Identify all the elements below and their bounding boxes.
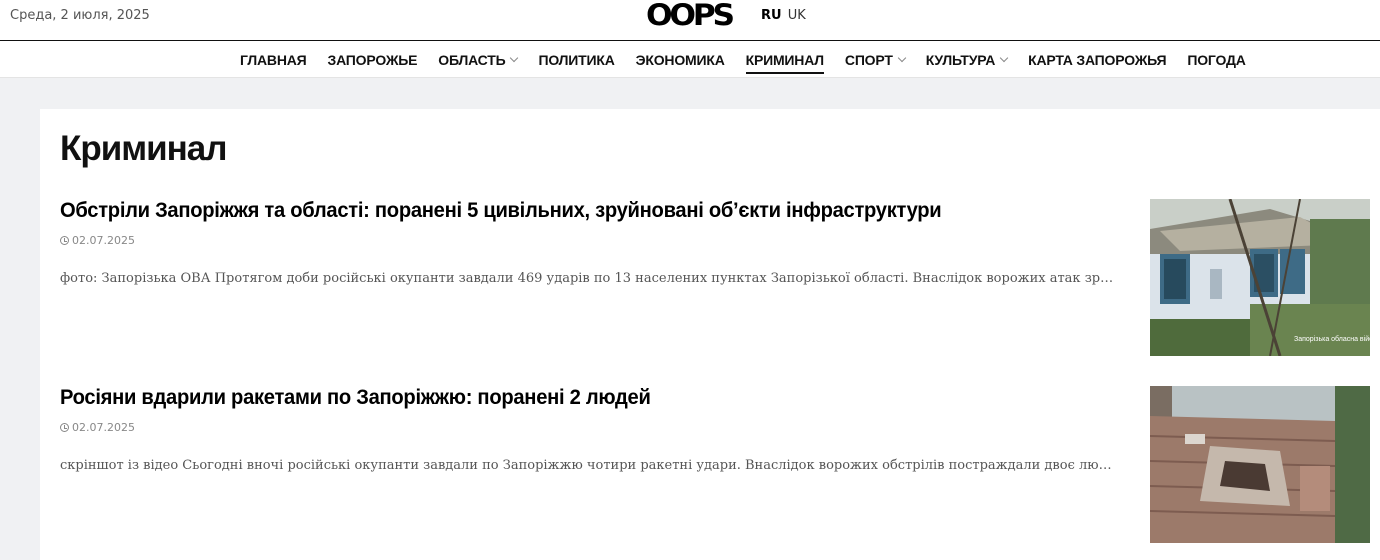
article-thumbnail[interactable] [1150, 386, 1370, 543]
nav-item-label: КРИМИНАЛ [745, 51, 824, 68]
current-date: Среда, 2 июля, 2025 [10, 8, 150, 23]
chevron-down-icon [897, 53, 906, 62]
nav-item-map[interactable]: КАРТА ЗАПОРОЖЬЯ [1028, 41, 1166, 78]
chevron-down-icon [510, 53, 519, 62]
chevron-down-icon [999, 53, 1009, 62]
article-title-link[interactable]: Обстріли Запоріжжя та області: поранені … [60, 199, 942, 223]
damaged-house-image: Запорізька обласна військова адміністрац… [1150, 199, 1370, 356]
nav-item-label: КАРТА ЗАПОРОЖЬЯ [1028, 51, 1167, 68]
article-meta: 02.07.2025 [60, 421, 135, 434]
article-date: 02.07.2025 [72, 234, 135, 247]
lang-ru-link[interactable]: RU [761, 8, 782, 23]
article-excerpt: фото: Запорізька ОВА Протягом доби росій… [60, 271, 1115, 286]
nav-item-politics[interactable]: ПОЛИТИКА [538, 41, 614, 78]
article-title-link[interactable]: Росіяни вдарили ракетами по Запоріжжю: п… [60, 386, 651, 410]
article-date: 02.07.2025 [72, 421, 135, 434]
nav-item-region[interactable]: ОБЛАСТЬ [438, 41, 519, 78]
article-thumbnail[interactable]: Запорізька обласна військова адміністрац… [1150, 199, 1370, 356]
article-item: Обстріли Запоріжжя та області: поранені … [60, 199, 1380, 359]
nav-item-crime[interactable]: КРИМИНАЛ [745, 41, 825, 78]
lang-uk-link[interactable]: UK [788, 8, 806, 23]
content-panel: Криминал Обстріли Запоріжжя та області: … [40, 109, 1380, 560]
nav-item-weather[interactable]: ПОГОДА [1187, 41, 1245, 78]
article-item: Росіяни вдарили ракетами по Запоріжжю: п… [60, 386, 1380, 546]
nav-item-culture[interactable]: КУЛЬТУРА [925, 41, 1009, 78]
nav-item-sport[interactable]: СПОРТ [844, 41, 906, 78]
article-excerpt: скріншот із відео Сьогодні вночі російсь… [60, 458, 1115, 473]
nav-item-label: ПОГОДА [1187, 51, 1246, 68]
nav-item-label: ЭКОНОМИКА [635, 51, 725, 68]
clock-icon [60, 423, 69, 432]
nav-item-home[interactable]: ГЛАВНАЯ [240, 41, 307, 78]
nav-item-economy[interactable]: ЭКОНОМИКА [636, 41, 725, 78]
image-watermark: Запорізька обласна військова адміністрац… [1294, 335, 1370, 343]
site-logo[interactable]: OOPS [646, 0, 735, 32]
main-navigation: ГЛАВНАЯ ЗАПОРОЖЬЕ ОБЛАСТЬ ПОЛИТИКА ЭКОНО… [0, 41, 1380, 78]
nav-item-label: КУЛЬТУРА [925, 51, 996, 68]
top-bar: Среда, 2 июля, 2025 OOPS RU UK [0, 0, 1380, 41]
nav-item-label: ПОЛИТИКА [538, 51, 615, 68]
page-title: Криминал [60, 129, 228, 168]
article-meta: 02.07.2025 [60, 234, 135, 247]
nav-item-zaporozhye[interactable]: ЗАПОРОЖЬЕ [328, 41, 418, 78]
nav-item-label: СПОРТ [844, 51, 893, 68]
language-switcher: RU UK [761, 8, 806, 23]
nav-item-label: ОБЛАСТЬ [438, 51, 506, 68]
damaged-roof-image [1150, 386, 1370, 543]
nav-item-label: ГЛАВНАЯ [240, 51, 307, 68]
nav-menu: ГЛАВНАЯ ЗАПОРОЖЬЕ ОБЛАСТЬ ПОЛИТИКА ЭКОНО… [240, 41, 1246, 78]
nav-item-label: ЗАПОРОЖЬЕ [327, 51, 418, 68]
clock-icon [60, 236, 69, 245]
